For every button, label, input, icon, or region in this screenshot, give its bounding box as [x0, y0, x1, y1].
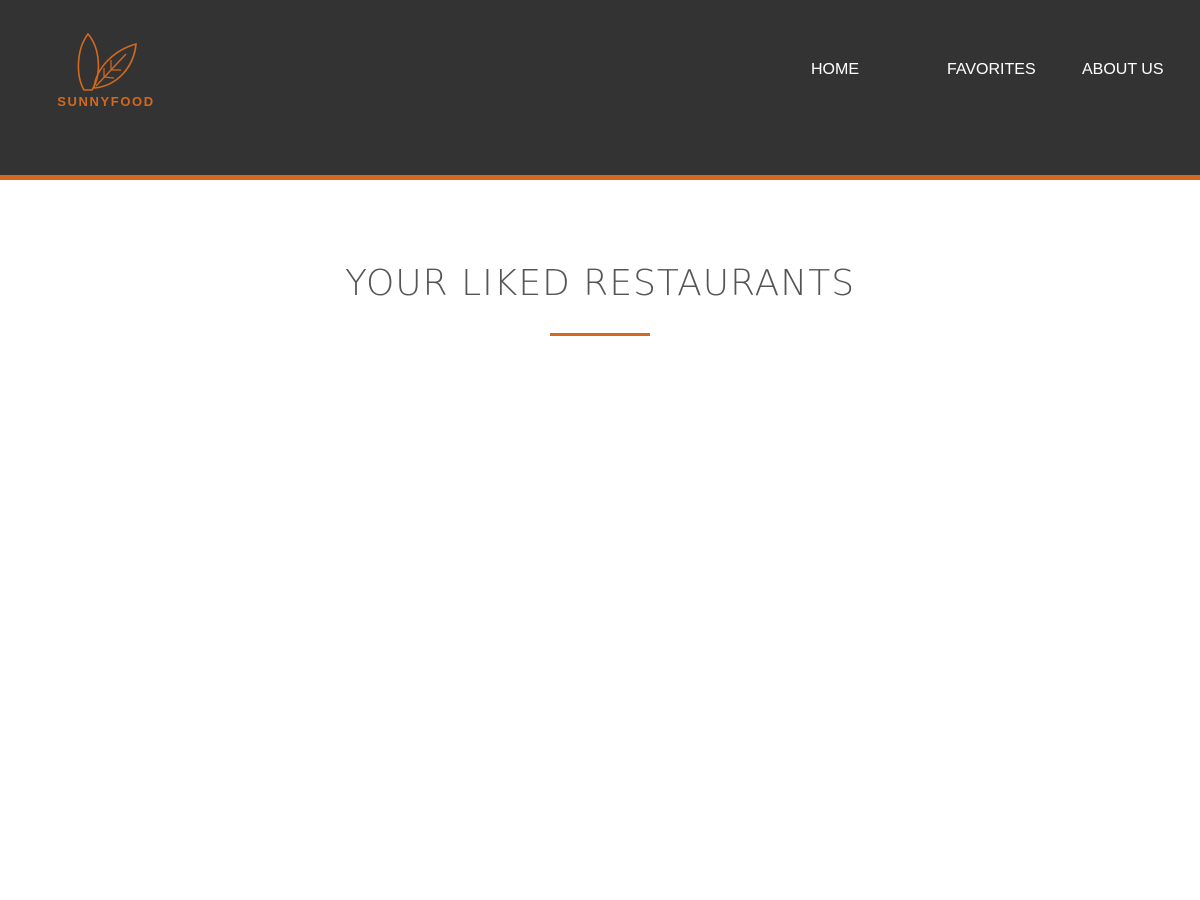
nav-favorites-link[interactable]: FAVORITES	[947, 59, 1036, 81]
site-header: SUNNYFOOD HOME FAVORITES ABOUT US	[0, 0, 1200, 180]
brand-name: SUNNYFOOD	[57, 94, 155, 109]
nav-about-us-link[interactable]: ABOUT US	[1082, 59, 1164, 81]
main-nav: HOME FAVORITES ABOUT US	[0, 59, 1200, 81]
liked-restaurants-list	[0, 360, 1200, 900]
nav-home-link[interactable]: HOME	[811, 59, 859, 81]
page-title: YOUR LIKED RESTAURANTS	[344, 263, 856, 304]
title-underline-divider	[550, 333, 650, 336]
